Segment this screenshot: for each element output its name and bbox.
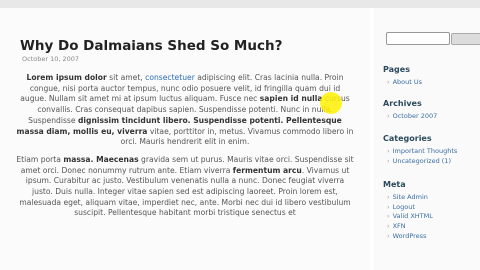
post-body: Lorem ipsum dolor sit amet, consectetuer… [16,73,354,226]
widget-title-categories: Categories [383,134,432,143]
bullet-icon: › [387,222,390,231]
sidebar-link-label: XFN [392,222,406,231]
pages-list: › About Us [387,78,422,88]
sidebar-link[interactable]: › Valid XHTML [387,212,433,222]
bullet-icon: › [387,231,390,240]
bold-text: fermentum arcu [232,165,302,175]
archives-list: › October 2007 [387,112,437,122]
bullet-icon: › [387,147,390,155]
sidebar-link[interactable]: › October 2007 [387,112,437,122]
widget-title-pages: Pages [383,65,410,74]
widget-title-archives: Archives [383,99,422,108]
post-paragraph-2: Etiam porta massa. Maecenas gravida sem … [16,155,354,219]
meta-list: › Site Admin › Logout › Valid XHTML › XFN › WordP… [387,193,433,242]
bullet-icon: › [387,112,390,120]
body-text: vitae, porttitor in, metus. Vivamus comm… [120,126,354,147]
bullet-icon: › [387,156,390,165]
sidebar-link[interactable]: › WordPress [387,232,433,242]
post-date: October 10, 2007 [22,55,80,63]
sidebar-link[interactable]: › Logout [387,203,433,213]
body-text: Etiam porta [16,154,64,164]
sidebar-link-label: Logout [392,202,415,211]
sidebar-link-label: October 2007 [392,112,438,120]
sidebar-link-label: Site Admin [392,193,428,201]
bold-text: massa. Maecenas [63,154,139,164]
bold-text: Lorem ipsum dolor [26,73,107,82]
post-title[interactable]: Why Do Dalmaians Shed So Much? [20,38,282,54]
post-paragraph-1: Lorem ipsum dolor sit amet, consectetuer… [16,73,354,148]
sidebar-link-label: Valid XHTML [392,212,433,221]
bullet-icon: › [387,193,390,201]
body-text: sit amet, [106,73,146,82]
search-input[interactable] [386,32,450,45]
inline-link[interactable]: consectetuer [145,73,195,82]
sidebar-link-label: WordPress [392,231,427,240]
widget-title-meta: Meta [383,180,406,189]
sidebar-link[interactable]: › About Us [387,78,422,88]
categories-list: › Important Thoughts › Uncategorized (1) [387,147,457,166]
bullet-icon: › [387,202,390,211]
sidebar-link-label: About Us [392,78,423,86]
top-strip [0,0,480,8]
sidebar-link[interactable]: › XFN [387,222,433,232]
search-button[interactable] [451,33,480,45]
sidebar-link[interactable]: › Important Thoughts [387,147,457,157]
sidebar-link-label: Important Thoughts [392,147,458,155]
bullet-icon: › [387,212,390,221]
sidebar-link[interactable]: › Site Admin [387,193,433,203]
sidebar-link[interactable]: › Uncategorized (1) [387,157,457,167]
bullet-icon: › [387,78,390,86]
bold-text: sapien id nulla [259,94,323,104]
sidebar-link-label: Uncategorized (1) [392,156,451,165]
cursor-highlight [320,92,342,114]
